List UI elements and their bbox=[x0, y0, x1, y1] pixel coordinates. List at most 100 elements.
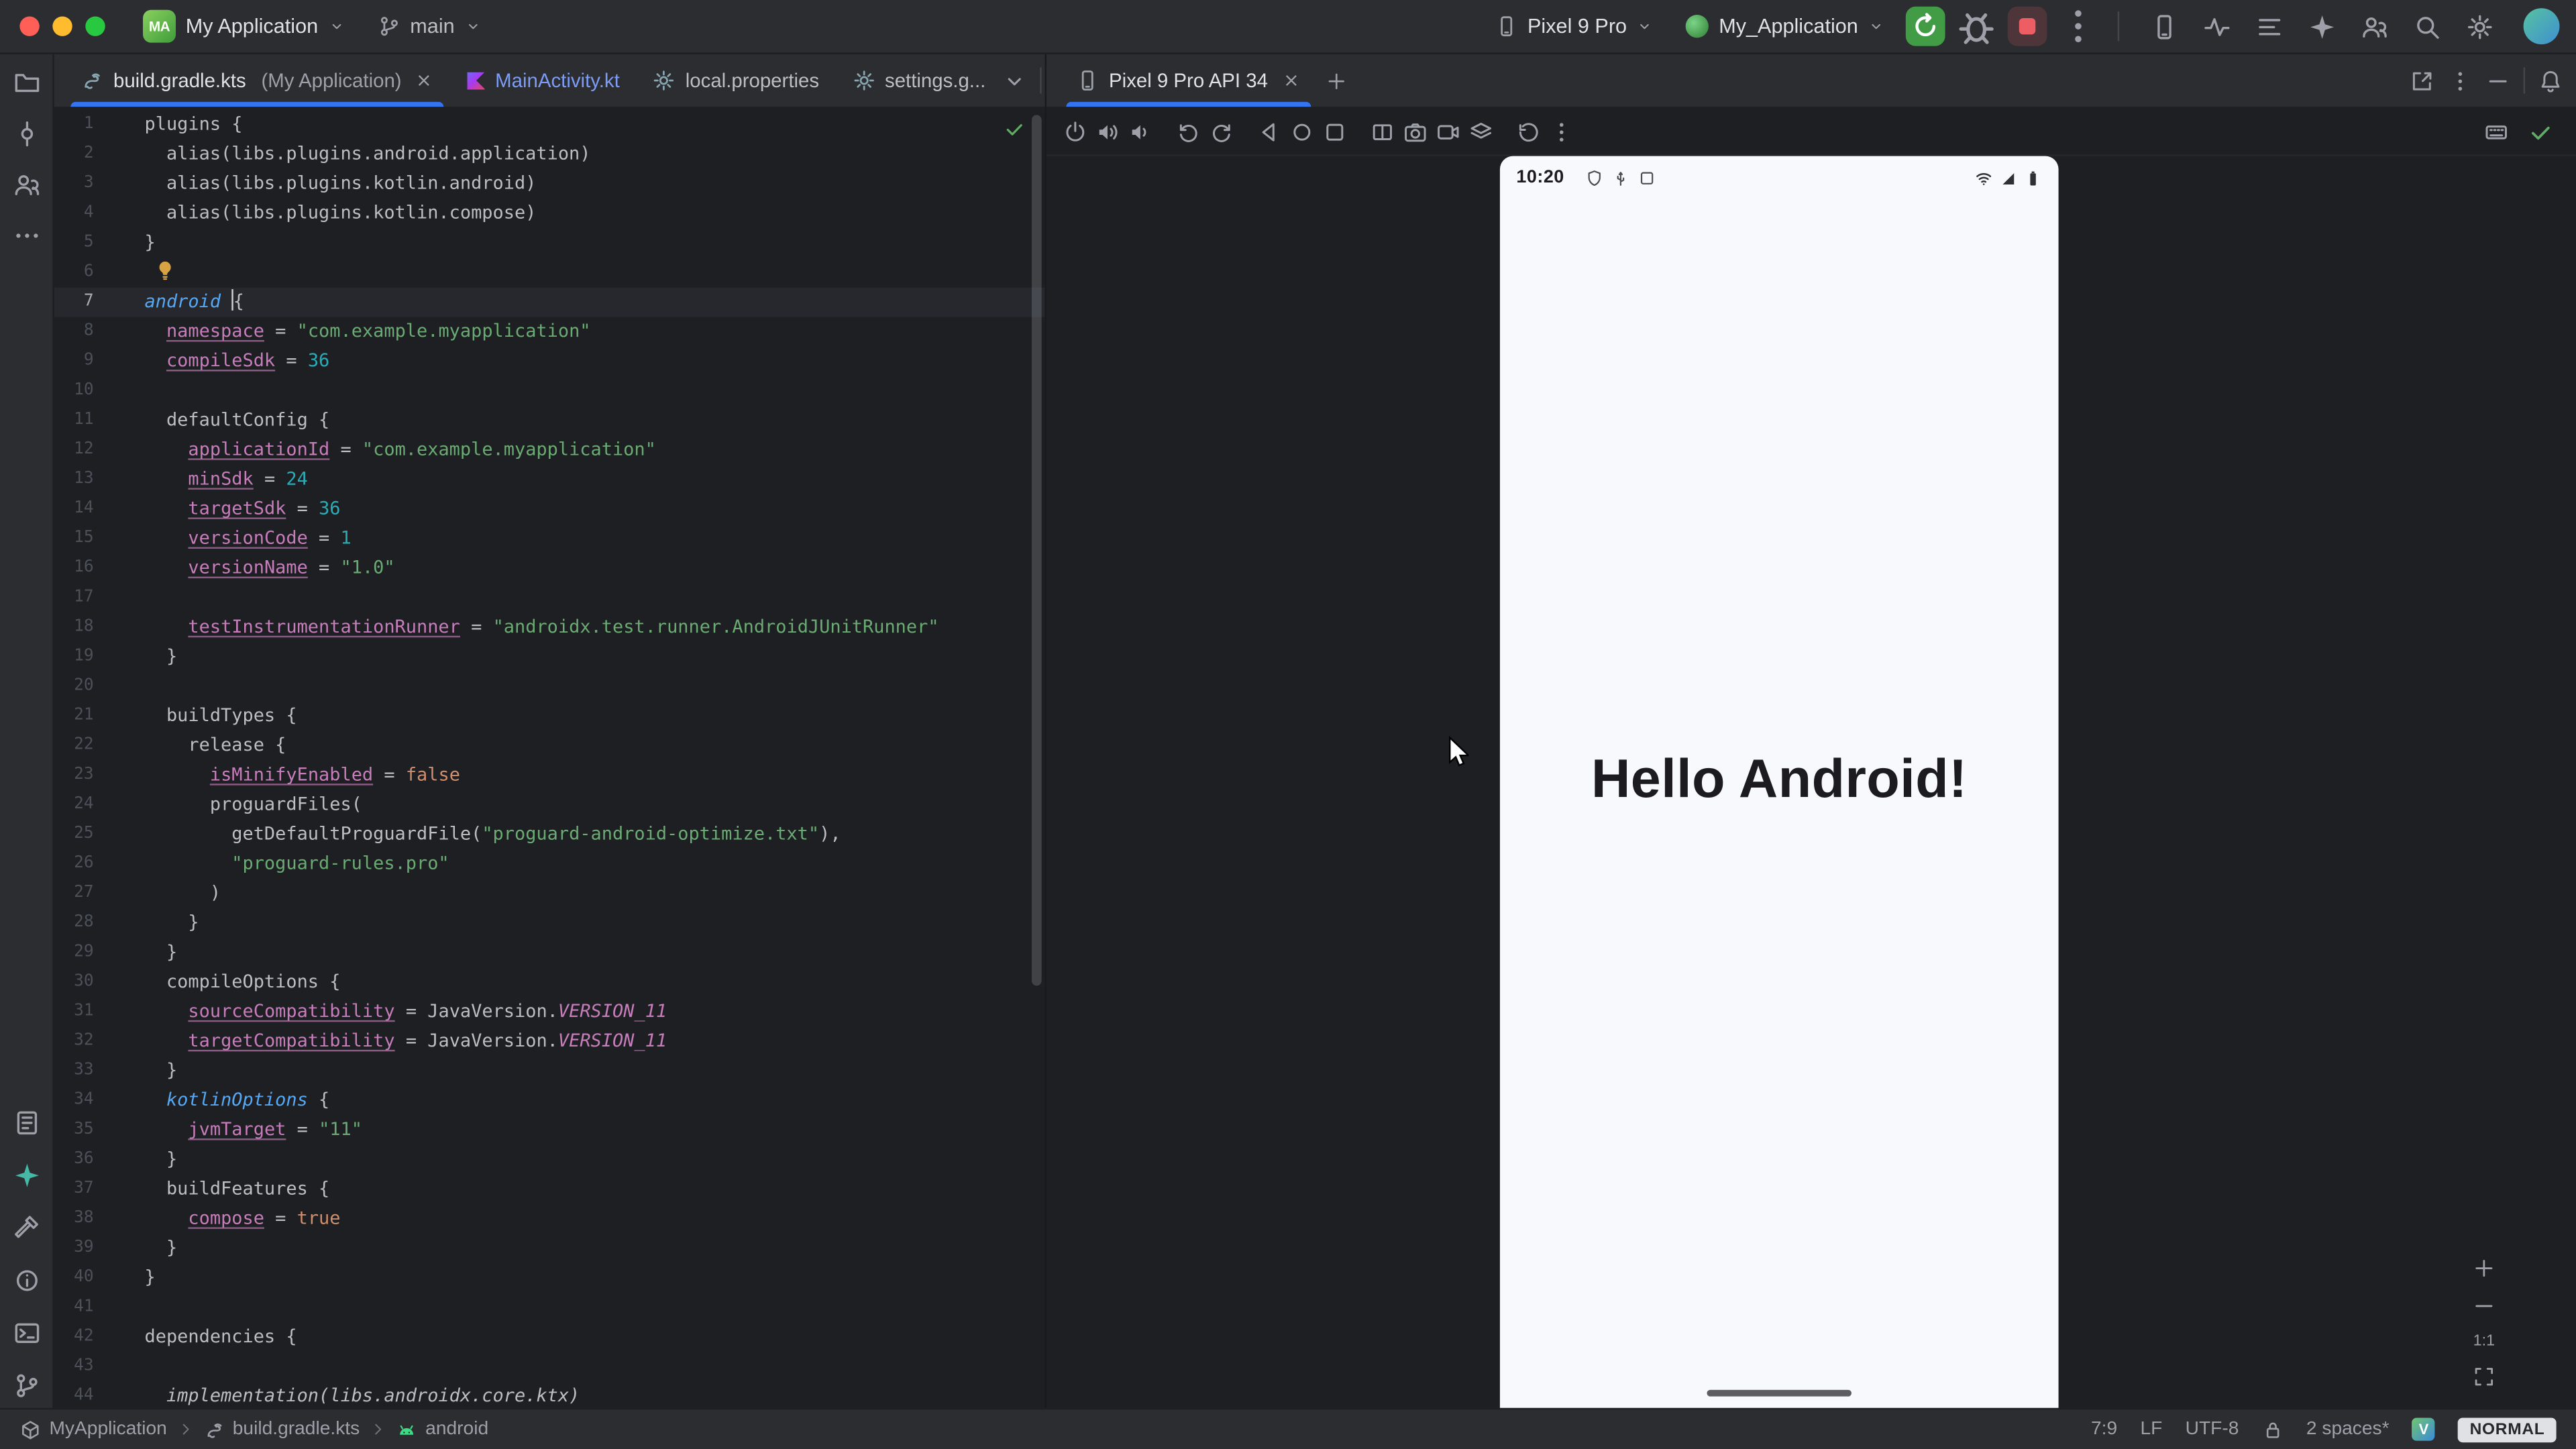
code-with-me-icon[interactable] bbox=[2361, 12, 2389, 40]
zoom-out-icon[interactable] bbox=[2473, 1295, 2496, 1318]
rotate-left-icon[interactable] bbox=[1176, 119, 1201, 144]
fold-icon[interactable] bbox=[1370, 119, 1395, 144]
structure-icon[interactable] bbox=[2255, 12, 2284, 40]
power-icon[interactable] bbox=[1063, 119, 1087, 144]
search-everywhere-icon[interactable] bbox=[2414, 12, 2442, 40]
vcs-widget[interactable]: main bbox=[366, 7, 492, 46]
debug-button[interactable] bbox=[1955, 5, 1998, 48]
pane-options-icon[interactable] bbox=[2448, 68, 2473, 93]
intention-bulb-icon[interactable] bbox=[154, 260, 176, 281]
code-editor[interactable]: 1plugins {2 alias(libs.plugins.android.a… bbox=[54, 109, 1045, 1408]
gesture-pill[interactable] bbox=[1707, 1390, 1851, 1397]
snapshots-icon[interactable] bbox=[1468, 119, 1493, 144]
logcat-tool-icon[interactable] bbox=[12, 1109, 40, 1137]
project-widget[interactable]: MA My Application bbox=[131, 7, 356, 46]
zoom-reset-button[interactable]: 1:1 bbox=[2473, 1332, 2495, 1350]
home-icon[interactable] bbox=[1289, 119, 1314, 144]
more-run-actions-icon[interactable] bbox=[2057, 5, 2100, 48]
config-icon bbox=[852, 69, 875, 92]
line-number: 6 bbox=[54, 258, 94, 287]
breadcrumb-item[interactable]: MyApplication bbox=[19, 1419, 166, 1440]
rotate-right-icon[interactable] bbox=[1209, 119, 1234, 144]
code-text: plugins { bbox=[94, 110, 243, 140]
device-manager-icon[interactable] bbox=[2151, 12, 2179, 40]
run-config-selector[interactable]: My_Application bbox=[1674, 7, 1896, 46]
line-number: 30 bbox=[54, 967, 94, 997]
back-icon[interactable] bbox=[1256, 119, 1281, 144]
inspections-ok-icon[interactable] bbox=[1004, 118, 1025, 140]
problems-tool-icon[interactable] bbox=[12, 1267, 40, 1295]
window-close-button[interactable] bbox=[19, 16, 39, 36]
zoom-fit-icon[interactable] bbox=[2473, 1365, 2496, 1388]
encoding-widget[interactable]: UTF-8 bbox=[2186, 1419, 2239, 1439]
avatar[interactable] bbox=[2524, 8, 2560, 44]
breadcrumb-label: build.gradle.kts bbox=[233, 1419, 360, 1439]
lock-icon[interactable] bbox=[2262, 1419, 2284, 1440]
device-tab-label: Pixel 9 Pro API 34 bbox=[1109, 69, 1268, 92]
main-area: build.gradle.kts (My Application)MainAct… bbox=[0, 54, 2576, 1408]
volume-down-icon[interactable] bbox=[1128, 119, 1153, 144]
hidden-tabs-icon[interactable] bbox=[1002, 68, 1027, 93]
notifications-icon[interactable] bbox=[2538, 68, 2563, 93]
line-separator-widget[interactable]: LF bbox=[2140, 1419, 2162, 1439]
project-tool-icon[interactable] bbox=[12, 69, 40, 97]
separator bbox=[2524, 67, 2525, 93]
screen-record-icon[interactable] bbox=[1436, 119, 1460, 144]
breadcrumb-item[interactable]: android bbox=[396, 1419, 488, 1440]
gemini-tool-icon[interactable] bbox=[12, 1161, 40, 1189]
close-tab-icon[interactable] bbox=[415, 70, 434, 90]
phone-clock: 10:20 bbox=[1516, 168, 1564, 187]
editor-tab[interactable]: local.properties bbox=[636, 54, 835, 107]
ai-assistant-icon[interactable] bbox=[2308, 12, 2337, 40]
settings-icon[interactable] bbox=[2466, 12, 2494, 40]
more-options-icon[interactable] bbox=[1549, 119, 1574, 144]
open-in-window-icon[interactable] bbox=[2410, 68, 2435, 93]
pull-requests-tool-icon[interactable] bbox=[12, 171, 40, 199]
breadcrumb-item[interactable]: build.gradle.kts bbox=[203, 1419, 360, 1440]
window-minimize-button[interactable] bbox=[52, 16, 72, 36]
stop-button[interactable] bbox=[2008, 7, 2047, 46]
device-selector[interactable]: Pixel 9 Pro bbox=[1483, 7, 1664, 46]
close-tab-icon[interactable] bbox=[1281, 70, 1301, 90]
editor-tab[interactable]: settings.g... bbox=[836, 54, 1002, 107]
hardware-input-icon[interactable] bbox=[2484, 119, 2509, 144]
running-devices-pane: Pixel 9 Pro API 34 bbox=[1046, 54, 2576, 1408]
editor-tab[interactable]: build.gradle.kts (My Application) bbox=[64, 54, 451, 107]
version-control-tool-icon[interactable] bbox=[12, 1372, 40, 1400]
phone-notification-icons bbox=[1586, 168, 1656, 186]
line-number: 12 bbox=[54, 435, 94, 465]
tab-running-device[interactable]: Pixel 9 Pro API 34 bbox=[1060, 54, 1318, 107]
reset-icon[interactable] bbox=[1516, 119, 1541, 144]
line-number: 15 bbox=[54, 524, 94, 553]
zoom-in-icon[interactable] bbox=[2473, 1256, 2496, 1279]
hide-pane-icon[interactable] bbox=[2485, 68, 2510, 93]
commit-tool-icon[interactable] bbox=[12, 120, 40, 148]
ideavim-icon[interactable]: V bbox=[2412, 1417, 2435, 1440]
caret-position-widget[interactable]: 7:9 bbox=[2091, 1419, 2117, 1439]
code-text: namespace = "com.example.myapplication" bbox=[94, 317, 591, 347]
more-tool-windows-icon[interactable] bbox=[12, 222, 40, 250]
code-line: 1plugins { bbox=[54, 110, 1045, 140]
device-screen[interactable]: 10:20 Hello Android! bbox=[1500, 156, 2059, 1408]
code-text: minSdk = 24 bbox=[94, 465, 308, 494]
recents-icon[interactable] bbox=[1322, 119, 1347, 144]
line-number: 40 bbox=[54, 1263, 94, 1293]
window-zoom-button[interactable] bbox=[85, 16, 105, 36]
terminal-tool-icon[interactable] bbox=[12, 1320, 40, 1348]
breadcrumb-label: android bbox=[425, 1419, 488, 1439]
indent-widget[interactable]: 2 spaces* bbox=[2306, 1419, 2390, 1439]
titlebar: MA My Application main Pixel 9 Pro My_Ap… bbox=[0, 0, 2576, 54]
volume-up-icon[interactable] bbox=[1095, 119, 1120, 144]
editor-tab[interactable]: MainActivity.kt bbox=[451, 54, 636, 107]
editor-scrollbar[interactable] bbox=[1032, 115, 1042, 985]
screenshot-icon[interactable] bbox=[1403, 119, 1428, 144]
build-tool-icon[interactable] bbox=[12, 1214, 40, 1242]
run-button[interactable] bbox=[1906, 7, 1945, 46]
run-config-icon bbox=[1686, 15, 1709, 38]
profiler-icon[interactable] bbox=[2203, 12, 2231, 40]
line-number: 9 bbox=[54, 347, 94, 376]
branch-icon bbox=[377, 15, 400, 38]
code-line: 42dependencies { bbox=[54, 1322, 1045, 1352]
phone-system-icons bbox=[1975, 168, 2042, 186]
add-device-tab-button[interactable] bbox=[1317, 54, 1356, 107]
